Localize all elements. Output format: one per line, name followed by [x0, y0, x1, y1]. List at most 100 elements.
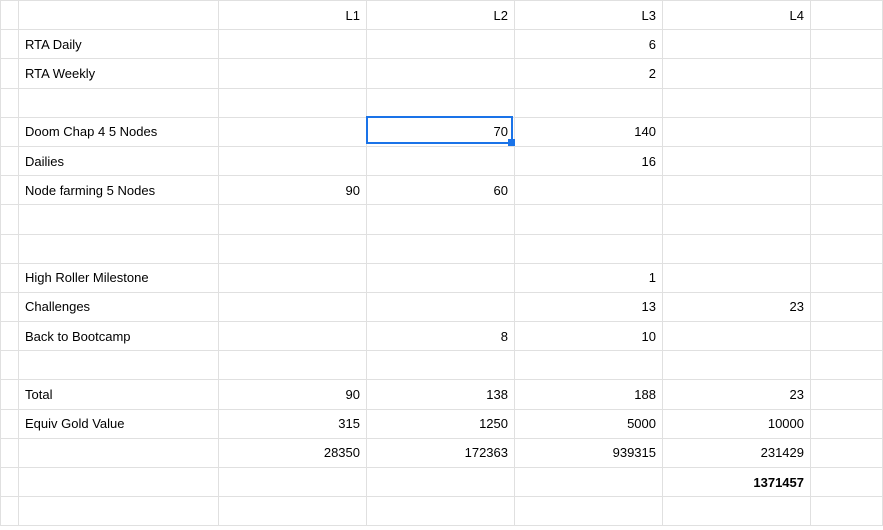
- cell[interactable]: 315: [219, 409, 367, 438]
- gutter-cell[interactable]: [1, 468, 19, 497]
- cell[interactable]: [515, 176, 663, 205]
- cell[interactable]: 140: [515, 117, 663, 146]
- cell[interactable]: [515, 351, 663, 380]
- header-L4[interactable]: L4: [663, 1, 811, 30]
- cell[interactable]: [515, 205, 663, 234]
- gutter-cell[interactable]: [1, 263, 19, 292]
- cell[interactable]: [515, 468, 663, 497]
- cell[interactable]: 1: [515, 263, 663, 292]
- cell[interactable]: 23: [663, 380, 811, 409]
- label-cell[interactable]: Back to Bootcamp: [19, 322, 219, 351]
- cell[interactable]: [219, 88, 367, 117]
- label-cell[interactable]: Total: [19, 380, 219, 409]
- cell[interactable]: 16: [515, 146, 663, 175]
- cell[interactable]: [367, 88, 515, 117]
- cell[interactable]: [515, 234, 663, 263]
- label-cell[interactable]: [19, 205, 219, 234]
- gutter-cell[interactable]: [1, 88, 19, 117]
- label-cell[interactable]: Equiv Gold Value: [19, 409, 219, 438]
- tail-cell[interactable]: [811, 205, 883, 234]
- header-blank[interactable]: [19, 1, 219, 30]
- tail-cell[interactable]: [811, 468, 883, 497]
- cell[interactable]: [663, 351, 811, 380]
- cell[interactable]: [367, 234, 515, 263]
- cell[interactable]: 1250: [367, 409, 515, 438]
- cell[interactable]: [219, 205, 367, 234]
- tail-cell[interactable]: [811, 263, 883, 292]
- cell[interactable]: 13: [515, 292, 663, 321]
- cell[interactable]: [219, 468, 367, 497]
- cell[interactable]: [663, 205, 811, 234]
- tail-cell[interactable]: [811, 322, 883, 351]
- cell[interactable]: [219, 263, 367, 292]
- cell[interactable]: [663, 59, 811, 88]
- label-cell[interactable]: Dailies: [19, 146, 219, 175]
- spreadsheet[interactable]: L1 L2 L3 L4 RTA Daily 6 RTA Weekly 2: [0, 0, 883, 530]
- cell[interactable]: 28350: [219, 438, 367, 467]
- cell[interactable]: 2: [515, 59, 663, 88]
- cell[interactable]: [367, 351, 515, 380]
- gutter-cell[interactable]: [1, 409, 19, 438]
- gutter-cell[interactable]: [1, 146, 19, 175]
- cell[interactable]: 10000: [663, 409, 811, 438]
- label-cell[interactable]: [19, 468, 219, 497]
- cell[interactable]: [219, 234, 367, 263]
- cell[interactable]: 172363: [367, 438, 515, 467]
- cell[interactable]: 939315: [515, 438, 663, 467]
- cell[interactable]: 6: [515, 30, 663, 59]
- cell[interactable]: [515, 497, 663, 526]
- cell[interactable]: [219, 30, 367, 59]
- cell[interactable]: 8: [367, 322, 515, 351]
- cell[interactable]: 138: [367, 380, 515, 409]
- cell[interactable]: [663, 322, 811, 351]
- cell[interactable]: 60: [367, 176, 515, 205]
- gutter-cell[interactable]: [1, 234, 19, 263]
- label-cell[interactable]: High Roller Milestone: [19, 263, 219, 292]
- cell[interactable]: [663, 497, 811, 526]
- cell[interactable]: [663, 176, 811, 205]
- header-L2[interactable]: L2: [367, 1, 515, 30]
- tail-cell[interactable]: [811, 234, 883, 263]
- tail-cell[interactable]: [811, 176, 883, 205]
- cell[interactable]: 231429: [663, 438, 811, 467]
- cell[interactable]: [663, 146, 811, 175]
- cell-grand-total[interactable]: 1371457: [663, 468, 811, 497]
- gutter-cell[interactable]: [1, 292, 19, 321]
- cell-selected[interactable]: 70: [367, 117, 515, 146]
- gutter-cell[interactable]: [1, 117, 19, 146]
- tail-cell[interactable]: [811, 59, 883, 88]
- header-L1[interactable]: L1: [219, 1, 367, 30]
- cell[interactable]: [367, 292, 515, 321]
- gutter-cell[interactable]: [1, 438, 19, 467]
- cell[interactable]: [219, 146, 367, 175]
- cell[interactable]: [219, 322, 367, 351]
- cell[interactable]: [219, 351, 367, 380]
- cell[interactable]: [367, 205, 515, 234]
- header-L3[interactable]: L3: [515, 1, 663, 30]
- label-cell[interactable]: [19, 88, 219, 117]
- cell[interactable]: [219, 497, 367, 526]
- tail-cell[interactable]: [811, 117, 883, 146]
- label-cell[interactable]: [19, 497, 219, 526]
- gutter-cell[interactable]: [1, 322, 19, 351]
- cell[interactable]: [219, 59, 367, 88]
- cell[interactable]: [367, 146, 515, 175]
- cell[interactable]: [219, 292, 367, 321]
- cell[interactable]: [219, 117, 367, 146]
- gutter-cell[interactable]: [1, 351, 19, 380]
- tail-cell[interactable]: [811, 88, 883, 117]
- tail-cell[interactable]: [811, 497, 883, 526]
- gutter-cell[interactable]: [1, 30, 19, 59]
- cell[interactable]: [663, 234, 811, 263]
- label-cell[interactable]: RTA Daily: [19, 30, 219, 59]
- gutter-cell[interactable]: [1, 176, 19, 205]
- cell[interactable]: 5000: [515, 409, 663, 438]
- tail-cell[interactable]: [811, 409, 883, 438]
- gutter-cell[interactable]: [1, 59, 19, 88]
- label-cell[interactable]: [19, 234, 219, 263]
- tail-cell[interactable]: [811, 438, 883, 467]
- gutter-cell[interactable]: [1, 497, 19, 526]
- cell[interactable]: [663, 117, 811, 146]
- cell[interactable]: [663, 30, 811, 59]
- cell[interactable]: [367, 30, 515, 59]
